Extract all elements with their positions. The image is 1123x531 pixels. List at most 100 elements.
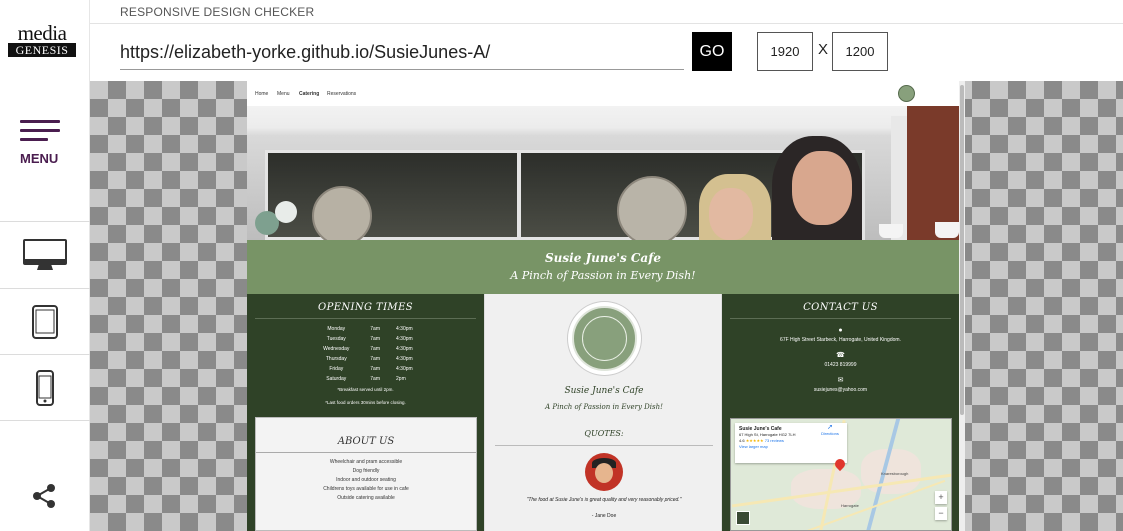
share-button[interactable] (30, 482, 58, 515)
open-cell: 7am (370, 356, 381, 362)
tablet-icon (32, 304, 58, 339)
directions-label: Directions (821, 431, 839, 436)
map-layer-toggle[interactable] (736, 511, 750, 525)
quote-text: "The food at Susie June's is great quali… (526, 497, 682, 503)
divider (255, 318, 476, 319)
close-cell: 4:30pm (396, 346, 413, 352)
opening-times-heading: OPENING TIMES (317, 302, 414, 313)
map-reviews-link[interactable]: 73 reviews (765, 438, 784, 443)
divider (730, 318, 951, 319)
table-row: Tuesday 7am 4:30pm (310, 334, 420, 344)
nav-menu[interactable]: Menu (277, 91, 290, 97)
go-button[interactable]: GO (692, 32, 732, 71)
about-item: Indoor and outdoor seating (336, 477, 396, 483)
desktop-view-button[interactable] (0, 223, 90, 289)
width-input[interactable] (757, 32, 813, 71)
banner-title: Susie June's Cafe (544, 251, 661, 265)
zoom-in-button[interactable]: + (935, 491, 947, 504)
hero-window-divider (517, 150, 521, 240)
open-cell: 7am (370, 326, 381, 332)
app-title: RESPONSIVE DESIGN CHECKER (120, 5, 315, 19)
cafe-name: Susie June's Cafe (564, 386, 644, 396)
about-us-heading: ABOUT US (337, 436, 395, 447)
day-cell: Saturday (326, 376, 347, 382)
url-input[interactable] (120, 36, 684, 70)
about-item: Dog friendly (352, 468, 380, 474)
quotes-heading: QUOTES: (584, 429, 624, 438)
table-row: Friday 7am 4:30pm (310, 364, 420, 374)
open-cell: 7am (370, 346, 381, 352)
day-cell: Thursday (325, 356, 347, 362)
map-rating: 4.6 (739, 438, 745, 443)
breakfast-note: *Breakfast served until 2pm. (337, 387, 394, 392)
quote-author: - Jane Doe (591, 513, 617, 519)
center-column: Susie June's Cafe A Pinch of Passion in … (484, 294, 722, 531)
star-rating-icon: ★★★★★ (745, 438, 764, 443)
cafe-tagline: A Pinch of Passion in Every Dish! (545, 403, 663, 411)
about-us-card: ABOUT US Wheelchair and pram accessible … (255, 417, 477, 531)
reviewer-avatar (585, 453, 623, 491)
close-cell: 4:30pm (396, 356, 413, 362)
zoom-out-button[interactable]: − (935, 507, 947, 520)
menu-button[interactable]: MENU (0, 110, 90, 222)
logo-text-media: media (17, 21, 67, 45)
day-cell: Friday (329, 366, 344, 372)
cafe-logo (568, 302, 641, 375)
mobile-view-button[interactable] (0, 355, 90, 421)
open-cell: 7am (370, 376, 381, 382)
day-cell: Monday (327, 326, 346, 332)
share-icon (33, 484, 55, 508)
hero-brick-wall (907, 106, 959, 240)
directions-button[interactable]: ➚ Directions (817, 423, 843, 436)
phone-icon: ☎ (836, 352, 845, 359)
map-place-label: Harrogate (841, 503, 859, 508)
media-genesis-logo[interactable]: media GENESIS (8, 21, 76, 57)
height-input[interactable] (832, 32, 888, 71)
hero-cafe-sign (617, 176, 687, 240)
open-cell: 7am (370, 336, 381, 342)
location-pin-icon: ● (838, 327, 843, 334)
contact-column: CONTACT US ● 67F High Street Starbeck, H… (722, 294, 959, 531)
site-nav-logo[interactable] (898, 85, 915, 102)
close-cell: 4:30pm (396, 366, 413, 372)
mobile-icon (36, 369, 54, 406)
table-row: Monday 7am 4:30pm (310, 324, 420, 334)
about-item: Childrens toys available for use in cafe (323, 486, 409, 492)
view-larger-map-link[interactable]: View larger map (739, 444, 768, 449)
hero-cup (879, 224, 903, 238)
left-sidebar: media GENESIS MENU (0, 0, 90, 531)
google-map[interactable]: Knaresborough Harrogate Susie June's Caf… (730, 418, 952, 531)
nav-home[interactable]: Home (255, 91, 268, 97)
contact-phone[interactable]: 01423 819999 (722, 362, 959, 368)
hero-balloon (275, 201, 297, 223)
table-row: Thursday 7am 4:30pm (310, 354, 420, 364)
contact-email[interactable]: susiejunes@yahoo.com (722, 387, 959, 393)
tablet-view-button[interactable] (0, 289, 90, 355)
hero-person-face (709, 188, 753, 240)
close-cell: 4:30pm (396, 336, 413, 342)
divider (495, 445, 713, 446)
logo-text-genesis: GENESIS (8, 43, 76, 57)
map-place-address: 67 High St, Harrogate HG2 7LH (739, 432, 796, 437)
hamburger-icon (20, 120, 60, 147)
nav-catering[interactable]: Catering (299, 91, 319, 97)
preview-scrollbar[interactable] (959, 81, 965, 531)
last-orders-note: *Last food orders 30mins before closing. (325, 400, 406, 405)
preview-frame[interactable]: Home Menu Catering Reservations Susie Ju… (247, 81, 965, 531)
dimension-separator: X (818, 41, 829, 58)
opening-times-table: Monday 7am 4:30pm Tuesday 7am 4:30pm Wednesd… (310, 324, 420, 384)
banner-tagline: A Pinch of Passion in Every Dish! (510, 269, 696, 282)
contact-heading: CONTACT US (803, 302, 878, 313)
site-banner: Susie June's Cafe A Pinch of Passion in … (247, 240, 959, 294)
nav-reservations[interactable]: Reservations (327, 91, 356, 97)
table-row: Saturday 7am 2pm (310, 374, 420, 384)
directions-icon: ➚ (827, 424, 833, 431)
close-cell: 2pm (396, 376, 406, 382)
about-item: Wheelchair and pram accessible (329, 459, 403, 465)
desktop-icon (23, 238, 67, 270)
contact-address: 67F High Street Starbeck, Harrogate, Uni… (780, 337, 901, 343)
menu-label: MENU (20, 151, 59, 166)
hero-person-face (792, 151, 852, 225)
about-item: Outside catering available (337, 495, 395, 501)
open-cell: 7am (370, 366, 381, 372)
